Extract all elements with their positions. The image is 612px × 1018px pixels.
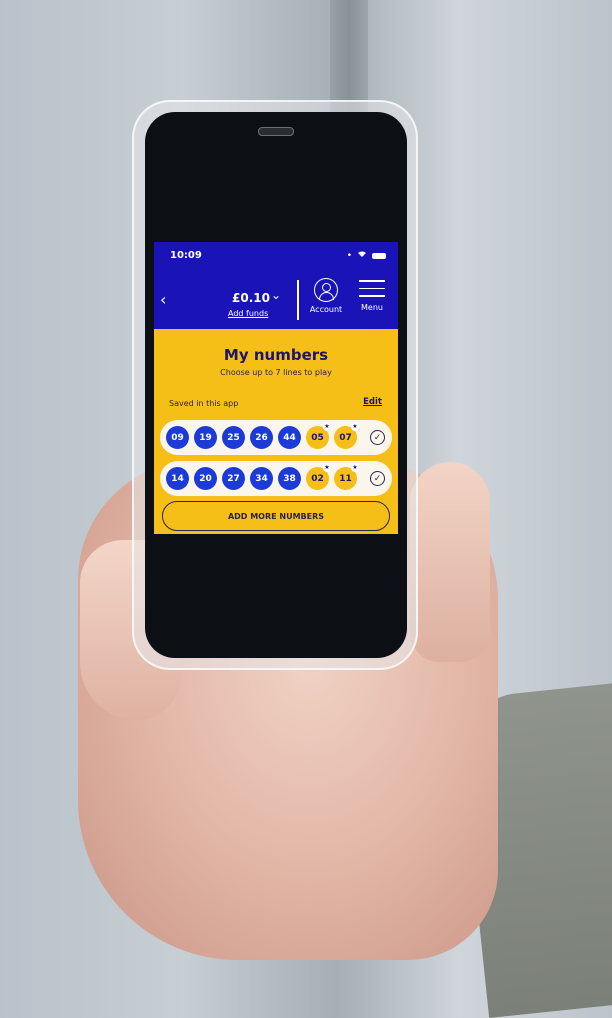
number-line[interactable]: 14 20 27 34 38 02 ★ 11 ★ ✓ [160, 461, 392, 496]
status-icons: • [347, 250, 386, 261]
account-icon [314, 278, 338, 302]
menu-label: Menu [361, 302, 383, 312]
status-time: 10:09 [170, 250, 202, 261]
lucky-star-ball: 07 ★ [334, 423, 359, 449]
chevron-down-icon[interactable]: ⌄ [271, 288, 281, 302]
dot-icon: • [346, 250, 352, 261]
main-ball: 19 [194, 426, 217, 449]
saved-label: Saved in this app [169, 399, 239, 408]
wifi-icon [357, 250, 367, 261]
number-line[interactable]: 09 19 25 26 44 05 ★ 07 ★ ✓ [160, 420, 392, 455]
lucky-star-ball: 05 ★ [306, 423, 331, 449]
finger [410, 462, 490, 662]
balance-amount[interactable]: £0.10 [232, 291, 270, 305]
account-label: Account [309, 305, 343, 314]
app-header: 10:09 • ‹ £0.10 ⌄ Add funds Account Menu [154, 242, 398, 329]
hamburger-icon [357, 280, 387, 297]
check-icon[interactable]: ✓ [370, 430, 385, 445]
main-ball: 34 [250, 467, 273, 490]
my-numbers-panel: My numbers Choose up to 7 lines to play … [154, 329, 398, 534]
main-ball: 44 [278, 426, 301, 449]
main-ball: 27 [222, 467, 245, 490]
main-ball: 38 [278, 467, 301, 490]
star-icon: ★ [351, 423, 359, 431]
check-icon[interactable]: ✓ [370, 471, 385, 486]
add-funds-link[interactable]: Add funds [228, 309, 268, 318]
main-ball: 20 [194, 467, 217, 490]
lucky-star-ball: 02 ★ [306, 464, 331, 490]
main-ball: 09 [166, 426, 189, 449]
add-more-numbers-button[interactable]: ADD MORE NUMBERS [162, 501, 390, 531]
earpiece-speaker [258, 127, 294, 136]
star-icon: ★ [351, 464, 359, 472]
main-ball: 25 [222, 426, 245, 449]
lucky-star-ball: 11 ★ [334, 464, 359, 490]
page-subtitle: Choose up to 7 lines to play [220, 368, 332, 377]
phone-screen: 10:09 • ‹ £0.10 ⌄ Add funds Account Menu… [154, 242, 398, 534]
menu-button[interactable]: Menu [357, 280, 387, 312]
header-divider [297, 280, 299, 320]
star-icon: ★ [323, 464, 331, 472]
battery-icon [372, 252, 386, 259]
account-button[interactable]: Account [309, 278, 343, 314]
edit-link[interactable]: Edit [363, 397, 382, 407]
main-ball: 26 [250, 426, 273, 449]
back-button[interactable]: ‹ [160, 290, 166, 309]
page-title: My numbers [223, 346, 329, 364]
main-ball: 14 [166, 467, 189, 490]
star-icon: ★ [323, 423, 331, 431]
